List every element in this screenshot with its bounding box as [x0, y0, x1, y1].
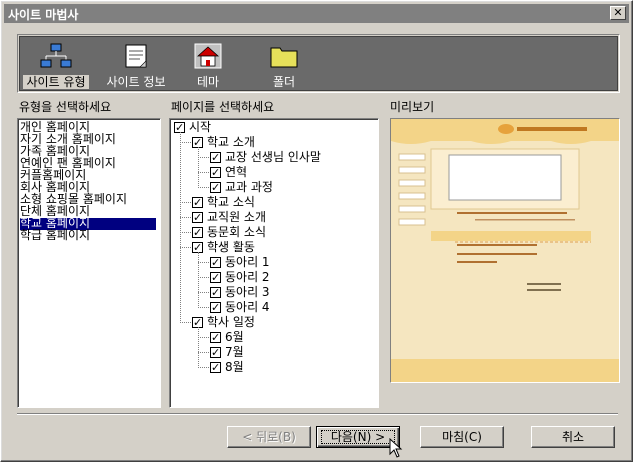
tree-connector — [198, 352, 209, 353]
page-tree[interactable]: 시작학교 소개교장 선생님 인사말연혁교과 과정학교 소식교직원 소개동문회 소… — [169, 118, 379, 408]
notepad-icon — [125, 44, 147, 68]
tree-connector — [180, 202, 191, 203]
checkbox[interactable] — [210, 330, 221, 345]
preview-thumbnail — [391, 119, 619, 382]
tree-connector — [180, 232, 191, 233]
tree-item-label: 학사 일정 — [207, 315, 255, 329]
home-icon — [194, 43, 222, 69]
preview-label: 미리보기 — [390, 100, 435, 114]
checkbox[interactable] — [192, 225, 203, 240]
tree-item-label: 동아리 1 — [225, 255, 270, 269]
tree-item-label: 학교 소식 — [207, 195, 255, 209]
tree-connector — [198, 147, 199, 188]
tree-connector — [198, 367, 209, 368]
next-button-label: 다음(N) > — [330, 430, 386, 444]
tree-connector — [198, 252, 199, 308]
cancel-button[interactable]: 취소 — [531, 426, 615, 448]
tree-item-label: 7월 — [225, 345, 244, 359]
tree-connector — [198, 292, 209, 293]
checkbox[interactable] — [210, 345, 221, 360]
step-theme[interactable]: 테마 — [172, 37, 244, 90]
tree-item-label: 교과 과정 — [225, 180, 273, 194]
checkbox[interactable] — [210, 150, 221, 165]
tree-item-label: 교장 선생님 인사말 — [225, 150, 321, 164]
tree-connector — [180, 322, 191, 323]
tree-connector — [198, 172, 209, 173]
theme-preview-image — [390, 118, 620, 383]
title-bar[interactable]: 사이트 마법사 ✕ — [4, 4, 629, 23]
step-folder[interactable]: 폴더 — [248, 37, 320, 90]
tree-connector — [198, 337, 209, 338]
tree-item-label: 교직원 소개 — [207, 210, 267, 224]
tree-connector — [180, 142, 191, 143]
button-separator — [17, 413, 618, 415]
tree-connector — [198, 187, 209, 188]
checkbox[interactable] — [192, 210, 203, 225]
type-list-item[interactable]: 학급 홈페이지 — [20, 229, 90, 242]
tree-item-label: 8월 — [225, 360, 244, 374]
tree-connector — [198, 327, 199, 368]
tree-item-label: 동문회 소식 — [207, 225, 267, 239]
tree-item-label: 학생 활동 — [207, 240, 255, 254]
checkbox[interactable] — [210, 165, 221, 180]
step-theme-label: 테마 — [196, 75, 220, 89]
step-toolbar: 사이트 유형 사이트 정보 테마 폴더 — [19, 36, 618, 91]
tree-item-label: 6월 — [225, 330, 244, 344]
network-icon — [40, 43, 72, 68]
site-wizard-window: 사이트 마법사 ✕ 사이트 유형 사이트 정보 테마 폴더 유형을 선택하세요 … — [0, 0, 633, 462]
step-site-info[interactable]: 사이트 정보 — [100, 37, 172, 90]
tree-item-label: 동아리 3 — [225, 285, 270, 299]
finish-button[interactable]: 마침(C) — [420, 426, 504, 448]
tree-connector — [198, 157, 209, 158]
checkbox[interactable] — [210, 270, 221, 285]
type-list-label: 유형을 선택하세요 — [19, 100, 112, 114]
tree-connector — [198, 262, 209, 263]
next-button[interactable]: 다음(N) > — [316, 426, 400, 448]
step-folder-label: 폴더 — [272, 75, 296, 89]
tree-item-label: 학교 소개 — [207, 135, 255, 149]
type-listbox[interactable]: 개인 홈페이지 자기 소개 홈페이지 가족 홈페이지 연예인 팬 홈페이지 커플홈페이지… — [17, 118, 161, 408]
checkbox[interactable] — [210, 300, 221, 315]
tree-item-label: 동아리 4 — [225, 300, 270, 314]
checkbox[interactable] — [210, 255, 221, 270]
tree-item-label: 시작 — [189, 120, 212, 134]
step-site-info-label: 사이트 정보 — [106, 75, 166, 89]
tree-connector — [180, 247, 191, 248]
tree-item-label: 연혁 — [225, 165, 248, 179]
close-icon: ✕ — [613, 6, 623, 19]
tree-connector — [180, 217, 191, 218]
checkbox[interactable] — [210, 180, 221, 195]
back-button[interactable]: < 뒤로(B) — [227, 426, 311, 448]
checkbox[interactable] — [210, 285, 221, 300]
tree-connector — [198, 277, 209, 278]
folder-icon — [270, 47, 298, 68]
tree-item-label: 동아리 2 — [225, 270, 270, 284]
step-site-type-label: 사이트 유형 — [23, 75, 89, 89]
checkbox[interactable] — [210, 360, 221, 375]
mouse-cursor-icon — [389, 438, 403, 458]
page-tree-label: 페이지를 선택하세요 — [171, 100, 275, 114]
checkbox[interactable] — [192, 195, 203, 210]
window-title: 사이트 마법사 — [8, 8, 79, 22]
tree-connector — [198, 307, 209, 308]
step-toolbar-frame: 사이트 유형 사이트 정보 테마 폴더 — [17, 34, 620, 93]
close-button[interactable]: ✕ — [610, 6, 626, 20]
tree-connector — [180, 132, 181, 323]
step-site-type[interactable]: 사이트 유형 — [20, 37, 92, 90]
